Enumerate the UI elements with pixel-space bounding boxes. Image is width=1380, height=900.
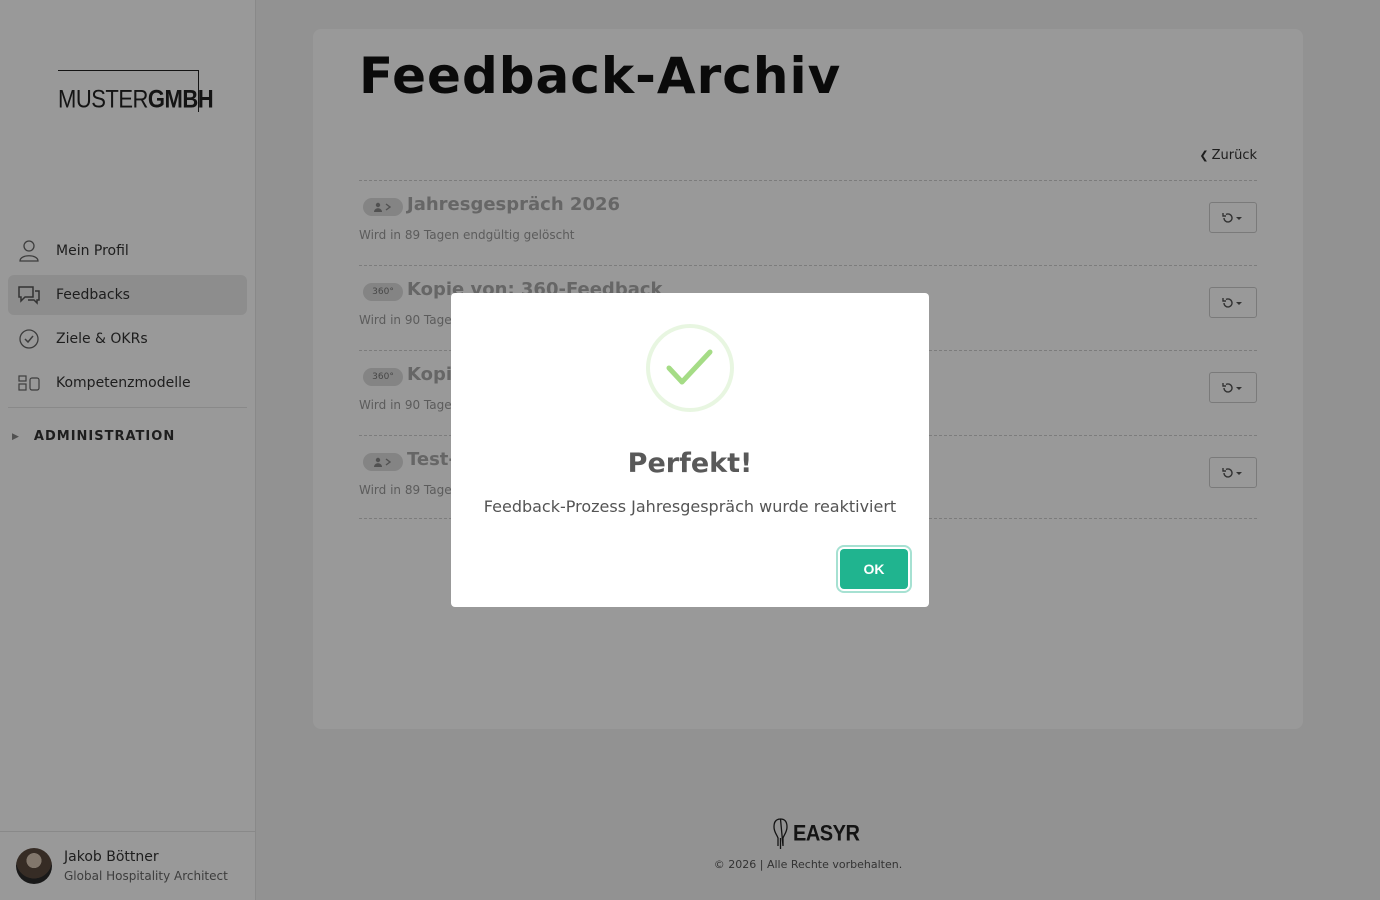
success-check-icon [646,324,734,412]
ok-button[interactable]: OK [840,549,908,589]
success-dialog: Perfekt! Feedback-Prozess Jahresgespräch… [451,293,929,607]
dialog-message: Feedback-Prozess Jahresgespräch wurde re… [483,497,897,516]
dialog-title: Perfekt! [627,448,753,479]
